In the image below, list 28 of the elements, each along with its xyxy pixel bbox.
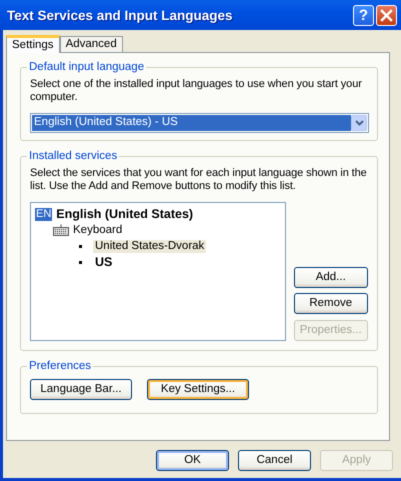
- language-dropdown[interactable]: English (United States) - US: [30, 113, 369, 133]
- description-text: Select the services that you want for each input language shown in the list. Use the Add and Remove buttons to modify this list.: [30, 167, 368, 193]
- button: Properties...: [294, 320, 368, 341]
- button[interactable]: Language Bar...: [30, 379, 132, 400]
- button[interactable]: Cancel: [238, 450, 311, 471]
- button[interactable]: Add...: [294, 266, 368, 288]
- bullet-icon: [79, 260, 82, 264]
- tree-item[interactable]: US: [93, 256, 114, 268]
- button: Apply: [320, 450, 393, 471]
- group-title: Default input language: [27, 61, 146, 74]
- tab[interactable]: Settings: [6, 35, 60, 53]
- close-icon: [380, 8, 393, 22]
- language-badge: EN: [35, 208, 52, 220]
- description-text: Select one of the installed input languages to use when you start your computer.: [30, 78, 363, 104]
- tab[interactable]: Advanced: [60, 36, 123, 52]
- tree-item[interactable]: English (United States): [56, 208, 194, 220]
- button[interactable]: Key Settings...: [147, 379, 249, 400]
- window-title: Text Services and Input Languages: [7, 8, 234, 22]
- button[interactable]: OK: [156, 450, 229, 471]
- services-tree[interactable]: EN English (United States) Keyboard United States-Dvorak US: [30, 202, 286, 341]
- button[interactable]: Remove: [294, 293, 368, 314]
- tree-item[interactable]: United States-Dvorak: [93, 240, 206, 252]
- keyboard-icon: [53, 224, 69, 236]
- chevron-down-icon: [354, 120, 364, 126]
- tree-item[interactable]: Keyboard: [73, 224, 122, 236]
- close-button[interactable]: [376, 4, 397, 26]
- help-button[interactable]: ?: [353, 4, 374, 26]
- bullet-icon: [79, 244, 82, 248]
